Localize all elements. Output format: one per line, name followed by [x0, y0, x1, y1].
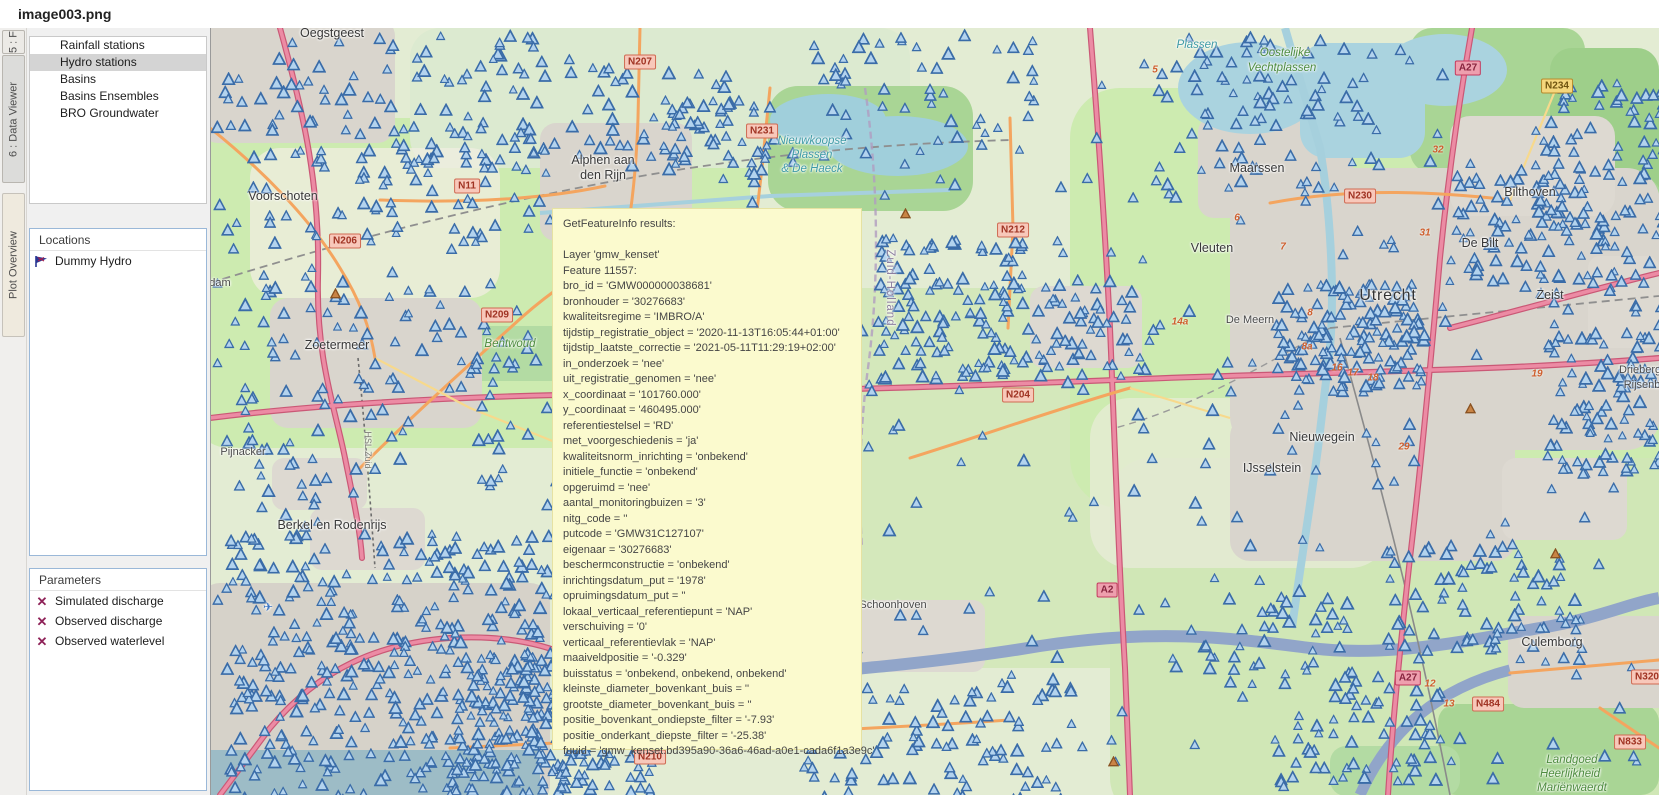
layer-item-rainfall-stations[interactable]: Rainfall stations: [30, 37, 206, 54]
exit-label-17: 17: [1347, 368, 1358, 379]
road-shield-n212: N212: [997, 223, 1029, 238]
exit-label-32: 32: [1432, 145, 1443, 156]
window-title: image003.png: [18, 6, 111, 22]
layer-list[interactable]: Rainfall stationsHydro stationsBasinsBas…: [29, 36, 207, 204]
popup-line: beschermconstructie = 'onbekend': [563, 558, 861, 574]
locations-panel: Locations Dummy Hydro: [29, 228, 207, 556]
layer-item-bro-groundwater[interactable]: BRO Groundwater: [30, 105, 206, 122]
locations-header: Locations: [30, 229, 206, 251]
road-shield-a27: A27: [1395, 671, 1421, 686]
exit-label-31: 31: [1419, 228, 1430, 239]
popup-line: y_coordinaat = '460495.000': [563, 403, 861, 419]
window-titlebar: image003.png: [0, 0, 1659, 28]
exit-label-8: 8: [1307, 308, 1313, 319]
road-shield-n833: N833: [1614, 735, 1646, 750]
x-icon: ✕: [34, 594, 50, 608]
map-canvas[interactable]: OegstgeestVoorschotendamZoetermeerPijnac…: [210, 28, 1659, 795]
road-shield-a2: A2: [1097, 583, 1118, 598]
popup-line: met_voorgeschiedenis = 'ja': [563, 434, 861, 450]
parameters-panel: Parameters ✕Simulated discharge✕Observed…: [29, 568, 207, 791]
exit-label-29: 29: [1398, 442, 1409, 453]
dock-tab-5[interactable]: 5 : F: [2, 30, 25, 54]
exit-label-16: 16: [1331, 363, 1342, 374]
popup-line: referentiestelsel = 'RD': [563, 419, 861, 435]
parameter-item-observed-waterlevel[interactable]: ✕Observed waterlevel: [30, 631, 206, 651]
layer-item-basins-ensembles[interactable]: Basins Ensembles: [30, 88, 206, 105]
layer-item-hydro-stations[interactable]: Hydro stations: [30, 54, 206, 71]
popup-line: nitg_code = '': [563, 512, 861, 528]
popup-line: opgeruimd = 'nee': [563, 481, 861, 497]
getfeatureinfo-popup: GetFeatureInfo results: Layer 'gmw_kenset…: [552, 208, 862, 750]
popup-line: bro_id = 'GMW000000038681': [563, 279, 861, 295]
popup-line: kwaliteitsregime = 'IMBRO/A': [563, 310, 861, 326]
road-shield-n11: N11: [454, 179, 480, 194]
parameter-item-simulated-discharge[interactable]: ✕Simulated discharge: [30, 591, 206, 611]
popup-line: x_coordinaat = '101760.000': [563, 388, 861, 404]
popup-line: putcode = 'GMW31C127107': [563, 527, 861, 543]
road-shield-n234: N234: [1541, 79, 1573, 94]
popup-line: Feature 11557:: [563, 264, 861, 280]
road-shield-n209: N209: [481, 308, 513, 323]
exit-label-14a: 14a: [1172, 317, 1189, 328]
road-shield-n230: N230: [1344, 189, 1376, 204]
popup-line: aantal_monitoringbuizen = '3': [563, 496, 861, 512]
popup-line: positie_onderkant_diepste_filter = '-25.…: [563, 729, 861, 745]
road-shield-n204: N204: [1002, 388, 1034, 403]
popup-line: verticaal_referentievlak = 'NAP': [563, 636, 861, 652]
dock-tab-data-viewer[interactable]: 6 : Data Viewer: [2, 55, 25, 183]
exit-label-6: 6: [1234, 213, 1240, 224]
popup-line: maaiveldpositie = '-0.329': [563, 651, 861, 667]
popup-line: lokaal_verticaal_referentiepunt = 'NAP': [563, 605, 861, 621]
popup-line: uit_registratie_genomen = 'nee': [563, 372, 861, 388]
popup-line: kwaliteitsnorm_inrichting = 'onbekend': [563, 450, 861, 466]
x-icon: ✕: [34, 634, 50, 648]
popup-line: opruimingsdatum_put = '': [563, 589, 861, 605]
exit-label-7: 7: [1280, 242, 1286, 253]
flag-marker-icon: [34, 254, 50, 268]
road-shield-a27: A27: [1455, 61, 1481, 76]
groundwater-marker-layer: [210, 28, 1659, 795]
exit-label-12: 12: [1424, 679, 1435, 690]
exit-label-19: 19: [1531, 369, 1542, 380]
exit-label-5: 5: [1152, 65, 1158, 76]
popup-line: [563, 233, 861, 249]
exit-label-8a: 8a: [1301, 342, 1312, 353]
dock-tab-strip: 5 : F 6 : Data Viewer Plot Overview: [0, 28, 27, 795]
road-shield-n320: N320: [1631, 670, 1659, 685]
popup-line: in_onderzoek = 'nee': [563, 357, 861, 373]
parameter-item-observed-discharge[interactable]: ✕Observed discharge: [30, 611, 206, 631]
popup-line: initiele_functie = 'onbekend': [563, 465, 861, 481]
parameters-header: Parameters: [30, 569, 206, 591]
popup-line: inrichtingsdatum_put = '1978': [563, 574, 861, 590]
road-shield-n207: N207: [624, 55, 656, 70]
road-shield-n231: N231: [746, 124, 778, 139]
popup-line: positie_bovenkant_ondiepste_filter = '-7…: [563, 713, 861, 729]
popup-line: Layer 'gmw_kenset': [563, 248, 861, 264]
layer-item-basins[interactable]: Basins: [30, 71, 206, 88]
popup-line: grootste_diameter_bovenkant_buis = '': [563, 698, 861, 714]
popup-line: eigenaar = '30276683': [563, 543, 861, 559]
popup-line: fuuid = 'gmw_kenset.bd395a90-36a6-46ad-a…: [563, 744, 861, 760]
popup-line: verschuiving = '0': [563, 620, 861, 636]
popup-line: bronhouder = '30276683': [563, 295, 861, 311]
exit-label-18: 18: [1367, 373, 1378, 384]
popup-line: kleinste_diameter_bovenkant_buis = '': [563, 682, 861, 698]
popup-line: GetFeatureInfo results:: [563, 217, 861, 233]
location-item-dummy-hydro[interactable]: Dummy Hydro: [30, 251, 206, 271]
road-shield-n484: N484: [1472, 697, 1504, 712]
exit-label-13: 13: [1443, 699, 1454, 710]
popup-line: buisstatus = 'onbekend, onbekend, onbeke…: [563, 667, 861, 683]
road-shield-n206: N206: [329, 234, 361, 249]
popup-line: tijdstip_laatste_correctie = '2021-05-11…: [563, 341, 861, 357]
dock-tab-plot-overview[interactable]: Plot Overview: [2, 193, 25, 337]
popup-line: tijdstip_registratie_object = '2020-11-1…: [563, 326, 861, 342]
sidebar: Rainfall stationsHydro stationsBasinsBas…: [27, 28, 211, 795]
x-icon: ✕: [34, 614, 50, 628]
